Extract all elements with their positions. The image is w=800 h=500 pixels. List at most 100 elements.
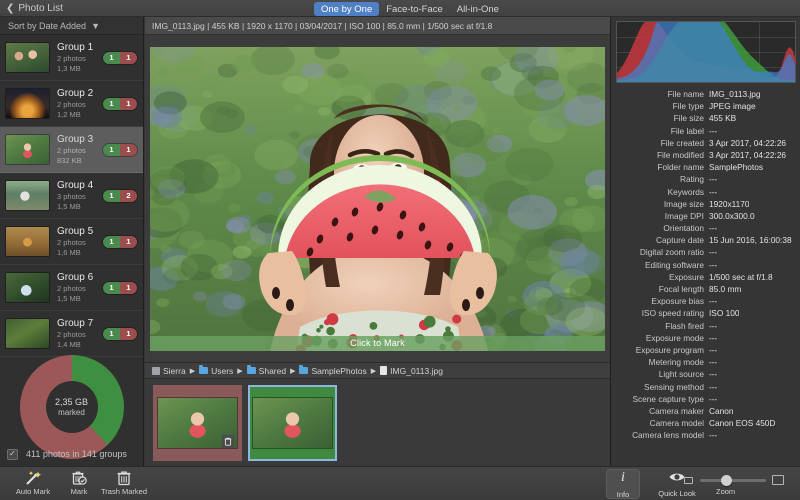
zoom-label: Zoom xyxy=(716,487,736,496)
group-size: 1,3 MB xyxy=(57,63,81,73)
filmstrip-thumbnail[interactable] xyxy=(153,385,242,461)
group-photo-count: 2 photos xyxy=(57,100,86,109)
thumbnail-image xyxy=(253,398,332,448)
metadata-label: Camera lens model xyxy=(632,430,704,441)
quick-look-button[interactable]: Quick Look xyxy=(650,469,704,499)
group-list-item[interactable]: Group 22 photos 1,2 MB 1 1 xyxy=(0,81,143,127)
metadata-label: Orientation xyxy=(663,223,704,234)
metadata-value: 455 KB xyxy=(709,113,737,124)
checkbox-icon[interactable]: ✓ xyxy=(7,448,18,460)
trash-marked-button[interactable]: Trash Marked xyxy=(78,470,170,499)
metadata-value: --- xyxy=(709,259,718,270)
metadata-label: File name xyxy=(667,89,704,99)
group-list[interactable]: Group 12 photos 1,3 MB 1 1 Group 22 photos 1,… xyxy=(0,35,143,357)
metadata-label: ISO speed rating xyxy=(641,308,704,319)
sort-dropdown[interactable]: Sort by Date Added ▼ xyxy=(0,17,143,35)
tab-one-by-one[interactable]: One by One xyxy=(314,2,380,16)
breadcrumb-item[interactable]: Sierra xyxy=(152,366,186,376)
breadcrumb-label: Sierra xyxy=(163,365,186,376)
click-to-mark-overlay[interactable]: Click to Mark xyxy=(150,335,605,351)
metadata-label: File created xyxy=(660,137,704,148)
photo-image xyxy=(150,46,605,351)
metadata-label: Focal length xyxy=(658,284,704,294)
back-button-label: Photo List xyxy=(18,3,63,14)
metadata-label: Editing software xyxy=(644,259,704,270)
breadcrumb-item[interactable]: Users xyxy=(199,365,233,376)
trash-icon xyxy=(115,470,133,486)
metadata-value: 300.0x300.0 xyxy=(709,210,755,221)
group-size: 1,6 MB xyxy=(57,247,81,257)
main-content: IMG_0113.jpg | 455 KB | 1920 x 1170 | 03… xyxy=(145,17,610,466)
group-size: 1,5 MB xyxy=(57,201,81,211)
metadata-value: Canon xyxy=(709,405,734,416)
metadata-label: Flash fired xyxy=(665,320,704,331)
keep-count-badge: 1 xyxy=(103,281,120,294)
sidebar: Sort by Date Added ▼ Group 12 photos 1,3 … xyxy=(0,17,144,466)
metadata-row: Exposure mode --- xyxy=(611,333,800,345)
svg-text:i: i xyxy=(621,470,625,485)
metadata-value: 3 Apr 2017, 04:22:26 xyxy=(709,137,787,148)
photo-canvas[interactable]: Click to Mark xyxy=(150,46,605,351)
group-info: Group 32 photos 832 KB xyxy=(57,134,103,165)
back-to-photo-list-button[interactable]: ❮ Photo List xyxy=(6,1,63,16)
photo-viewer[interactable]: Click to Mark xyxy=(145,35,610,362)
large-image-icon xyxy=(772,475,784,485)
group-thumbnail xyxy=(6,319,49,348)
library-status-text: 411 photos in 141 groups xyxy=(26,449,127,459)
metadata-label: Image DPI xyxy=(664,210,704,221)
breadcrumb[interactable]: Sierra ▶ Users ▶ Shared ▶ SamplePhotos ▶ IMG_011… xyxy=(145,362,610,379)
group-info: Group 12 photos 1,3 MB xyxy=(57,42,103,73)
group-photo-count: 2 photos xyxy=(57,330,86,339)
breadcrumb-item[interactable]: IMG_0113.jpg xyxy=(380,366,443,376)
group-list-item[interactable]: Group 12 photos 1,3 MB 1 1 xyxy=(0,35,143,81)
metadata-label: Exposure xyxy=(668,271,704,282)
group-photo-count: 2 photos xyxy=(57,238,86,247)
breadcrumb-item[interactable]: SamplePhotos xyxy=(299,365,367,376)
auto-mark-label: Auto Mark xyxy=(15,487,51,496)
metadata-label: Exposure mode xyxy=(645,332,704,343)
group-photo-count: 2 photos xyxy=(57,284,86,293)
metadata-value: IMG_0113.jpg xyxy=(709,89,761,99)
view-mode-segmented-control[interactable]: One by One Face-to-Face All-in-One xyxy=(314,2,506,16)
metadata-row: File name IMG_0113.jpg xyxy=(611,89,800,101)
group-list-item[interactable]: Group 72 photos 1,4 MB 1 1 xyxy=(0,311,143,357)
metadata-label: File modified xyxy=(656,149,704,160)
group-list-item[interactable]: Group 43 photos 1,5 MB 1 2 xyxy=(0,173,143,219)
group-badges: 11 xyxy=(103,281,137,294)
metadata-label: File size xyxy=(673,113,704,124)
metadata-value: --- xyxy=(709,320,718,331)
zoom-slider[interactable] xyxy=(700,475,766,486)
metadata-row: Capture date 15 Jun 2016, 16:00:38 xyxy=(611,235,800,247)
zoom-slider-knob[interactable] xyxy=(721,475,733,486)
metadata-value: --- xyxy=(709,332,718,343)
tab-face-to-face[interactable]: Face-to-Face xyxy=(379,2,450,16)
breadcrumb-label: Shared xyxy=(258,365,287,376)
group-thumbnail xyxy=(6,89,49,118)
group-list-item[interactable]: Group 62 photos 1,5 MB 1 1 xyxy=(0,265,143,311)
breadcrumb-separator-icon: ▶ xyxy=(290,367,296,375)
chevron-left-icon: ❮ xyxy=(6,2,15,14)
group-list-item[interactable]: Group 52 photos 1,6 MB 1 1 xyxy=(0,219,143,265)
metadata-row: File type JPEG image xyxy=(611,101,800,113)
info-button[interactable]: i Info xyxy=(606,469,640,499)
metadata-label: File type xyxy=(672,101,704,112)
metadata-row: File modified 3 Apr 2017, 04:22:26 xyxy=(611,150,800,162)
group-list-item[interactable]: Group 32 photos 832 KB 1 1 xyxy=(0,127,143,173)
metadata-row: File size 455 KB xyxy=(611,113,800,125)
metadata-label: Rating xyxy=(680,174,704,185)
info-icon: i xyxy=(615,469,631,490)
metadata-value: --- xyxy=(709,393,718,404)
thumbnail-filmstrip[interactable] xyxy=(145,379,610,466)
metadata-row: Scene capture type --- xyxy=(611,394,800,406)
group-size: 832 KB xyxy=(57,155,82,165)
group-thumbnail xyxy=(6,181,49,210)
tab-all-in-one[interactable]: All-in-One xyxy=(450,2,506,16)
trash-count-badge: 1 xyxy=(120,97,137,110)
bottom-toolbar: Auto Mark Mark Trash Marked i Info Quick… xyxy=(0,466,800,500)
metadata-label: Light source xyxy=(658,369,704,380)
breadcrumb-item[interactable]: Shared xyxy=(246,365,287,376)
metadata-list: File name IMG_0113.jpg File type JPEG image… xyxy=(611,86,800,442)
filmstrip-thumbnail[interactable] xyxy=(248,385,337,461)
group-title: Group 7 xyxy=(57,318,94,329)
donut-center-label: 2,35 GB marked xyxy=(45,381,98,433)
